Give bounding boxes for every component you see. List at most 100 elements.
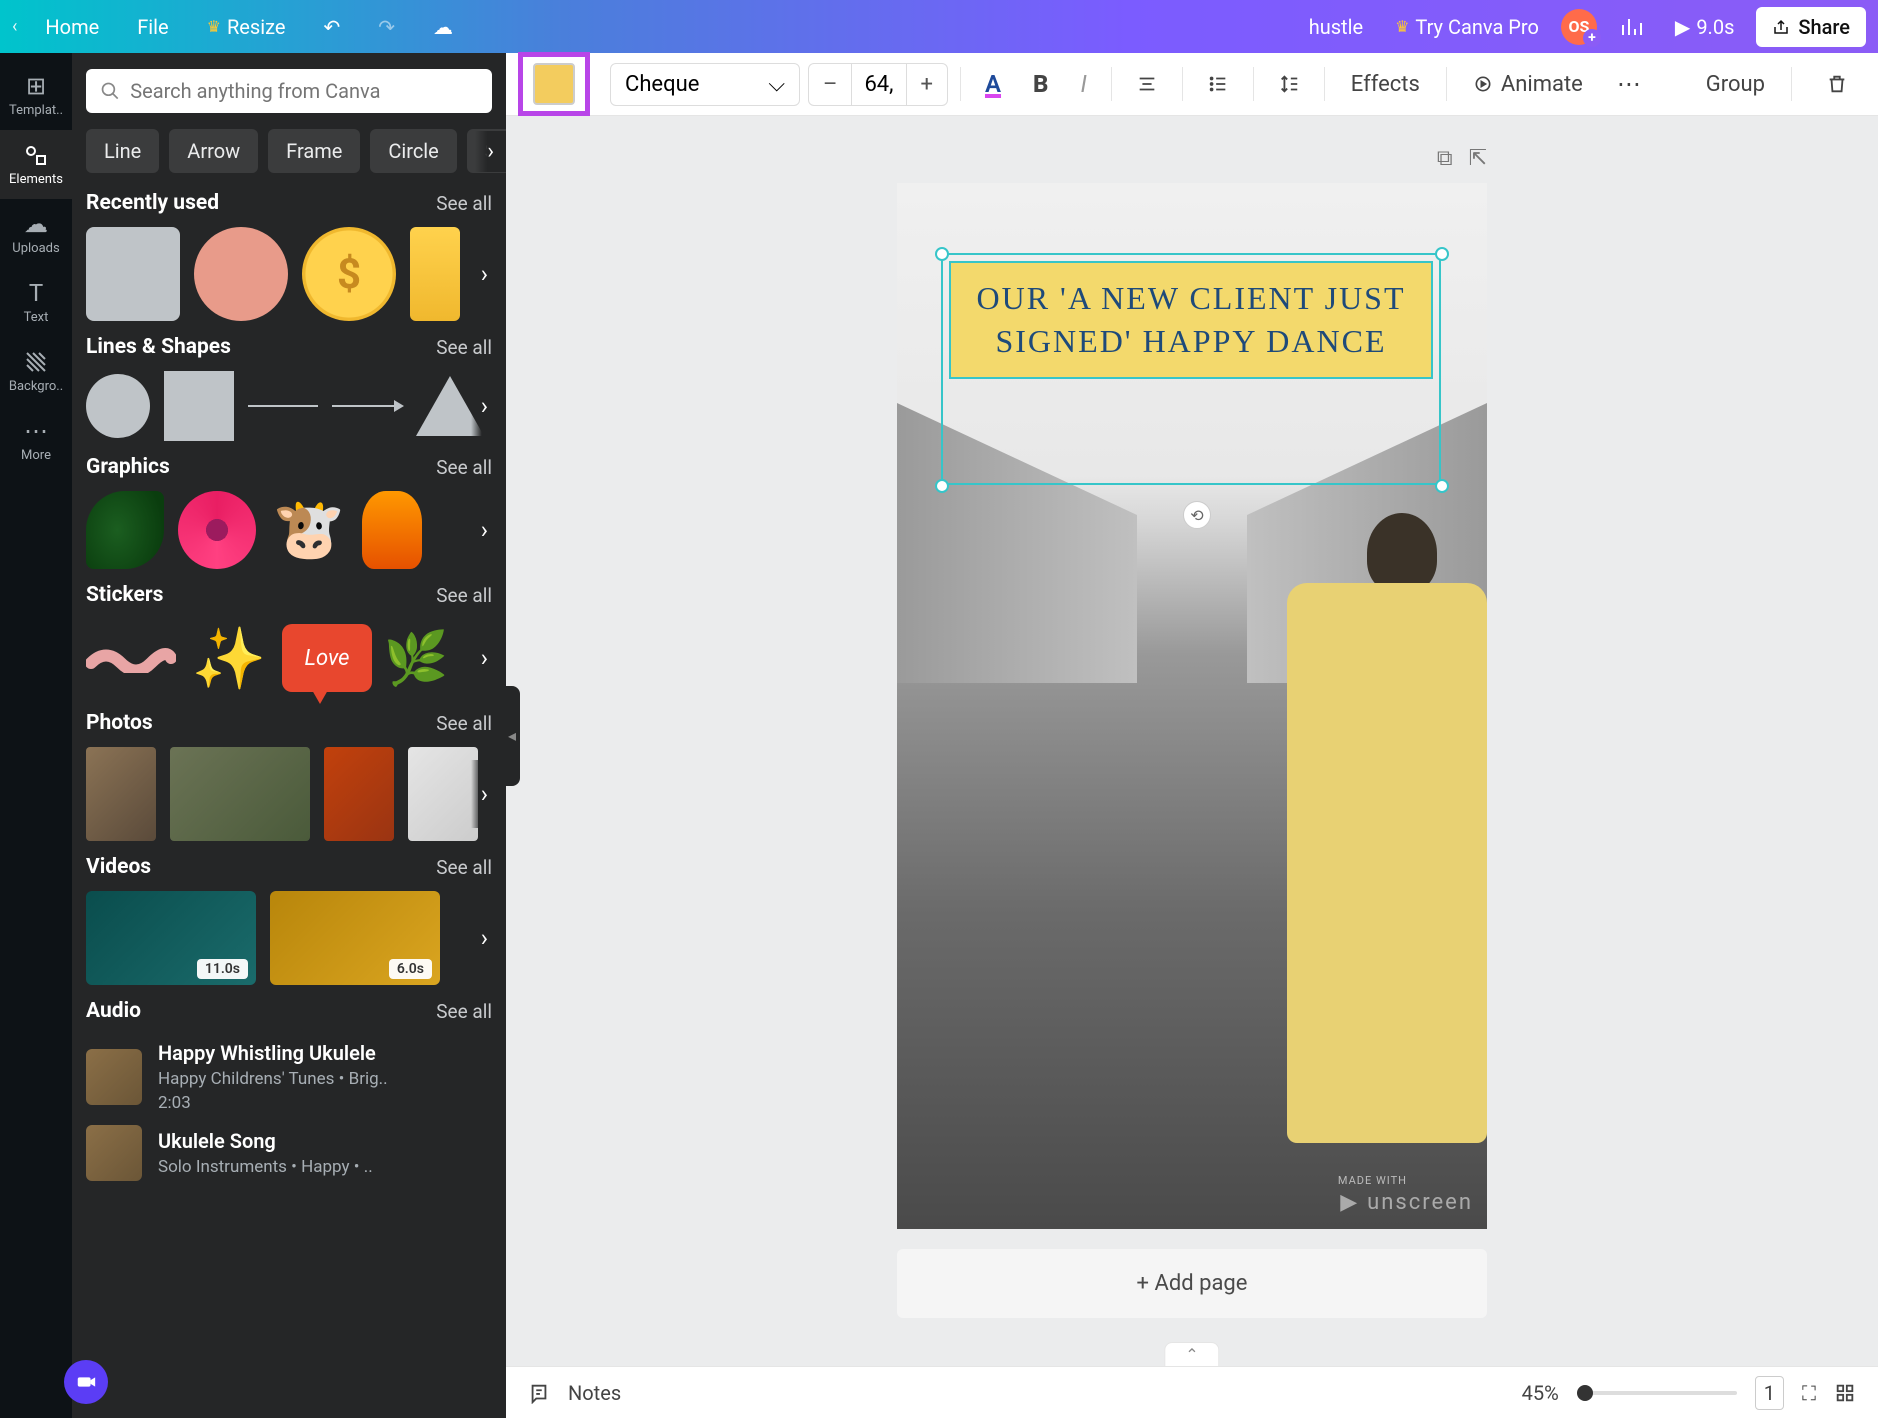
- element-square[interactable]: [86, 227, 180, 321]
- graphic-papaya[interactable]: [362, 491, 422, 569]
- panel-collapse-icon[interactable]: ◂: [504, 686, 520, 786]
- chip-line[interactable]: Line: [86, 129, 159, 173]
- timeline-expand-icon[interactable]: ⌃: [1164, 1342, 1219, 1366]
- fill-color-swatch[interactable]: [533, 63, 575, 105]
- see-all-lines[interactable]: See all: [436, 336, 492, 359]
- add-member-icon[interactable]: +: [1583, 29, 1601, 47]
- add-page-button[interactable]: + Add page: [897, 1249, 1487, 1318]
- photo-thumb[interactable]: [324, 747, 394, 841]
- zoom-slider[interactable]: [1577, 1391, 1737, 1395]
- canvas-text-element[interactable]: OUR 'A NEW CLIENT JUST SIGNED' HAPPY DAN…: [949, 261, 1433, 379]
- rail-uploads[interactable]: ☁Uploads: [0, 199, 72, 268]
- video-thumb[interactable]: 11.0s: [86, 891, 256, 985]
- play-button[interactable]: ▶ 9.0s: [1665, 9, 1744, 45]
- font-selector[interactable]: Cheque⌵: [610, 63, 800, 106]
- canvas-person-image[interactable]: [1247, 513, 1487, 1213]
- canvas[interactable]: OUR 'A NEW CLIENT JUST SIGNED' HAPPY DAN…: [897, 183, 1487, 1229]
- shape-arrow[interactable]: [332, 405, 402, 407]
- rail-background[interactable]: Backgro..: [0, 337, 72, 406]
- sticker-plant[interactable]: 🌿: [386, 619, 446, 697]
- rotate-handle[interactable]: ⟲: [1183, 501, 1211, 529]
- page-indicator[interactable]: 1: [1755, 1376, 1784, 1410]
- see-all-recent[interactable]: See all: [436, 192, 492, 215]
- share-button[interactable]: Share: [1756, 7, 1866, 47]
- zoom-slider-thumb[interactable]: [1577, 1385, 1593, 1401]
- shape-circle[interactable]: [86, 374, 150, 438]
- row-scroll-right-icon[interactable]: ›: [471, 496, 498, 564]
- avatar[interactable]: OS+: [1561, 9, 1597, 45]
- resize-handle[interactable]: [1435, 247, 1449, 261]
- resize-button[interactable]: ♛Resize: [197, 9, 296, 45]
- graphic-cow[interactable]: 🐮: [270, 491, 348, 569]
- see-all-stickers[interactable]: See all: [436, 584, 492, 607]
- rail-elements[interactable]: Elements: [0, 130, 72, 199]
- italic-button[interactable]: I: [1068, 62, 1098, 106]
- resize-handle[interactable]: [935, 479, 949, 493]
- font-size-value[interactable]: 64,: [851, 64, 906, 105]
- chip-frame[interactable]: Frame: [268, 129, 360, 173]
- sticker-squiggle[interactable]: [86, 643, 176, 673]
- rail-text[interactable]: TText: [0, 268, 72, 337]
- search-input-wrap[interactable]: [86, 69, 492, 113]
- text-color-button[interactable]: A: [973, 62, 1013, 106]
- element-coin[interactable]: $: [302, 227, 396, 321]
- group-button[interactable]: Group: [1692, 64, 1779, 105]
- row-scroll-right-icon[interactable]: ›: [471, 904, 498, 972]
- delete-button[interactable]: [1814, 65, 1860, 103]
- try-pro-button[interactable]: ♛Try Canva Pro: [1385, 9, 1549, 45]
- size-increase-button[interactable]: +: [907, 64, 947, 105]
- chip-circle[interactable]: Circle: [370, 129, 456, 173]
- list-button[interactable]: [1195, 65, 1241, 103]
- undo-button[interactable]: ↶: [313, 9, 350, 45]
- row-scroll-right-icon[interactable]: ›: [471, 624, 498, 692]
- home-button[interactable]: Home: [35, 9, 109, 45]
- notes-button[interactable]: Notes: [568, 1381, 621, 1405]
- document-title[interactable]: hustle: [1299, 9, 1373, 45]
- back-chevron-icon[interactable]: ‹: [12, 16, 17, 37]
- rail-templates[interactable]: ⊞Templat..: [0, 61, 72, 130]
- graphic-sunburst[interactable]: [178, 491, 256, 569]
- sticker-love-bubble[interactable]: Love: [282, 624, 372, 692]
- more-options-icon[interactable]: ⋯: [1605, 62, 1653, 106]
- effects-button[interactable]: Effects: [1337, 64, 1434, 105]
- see-all-audio[interactable]: See all: [436, 1000, 492, 1023]
- file-menu[interactable]: File: [127, 9, 178, 45]
- insights-icon[interactable]: [1609, 9, 1653, 45]
- graphic-leaf[interactable]: [86, 491, 164, 569]
- shape-square[interactable]: [164, 371, 234, 441]
- element-coin-stack[interactable]: [410, 227, 460, 321]
- see-all-videos[interactable]: See all: [436, 856, 492, 879]
- copy-page-icon[interactable]: ⧉: [1437, 146, 1453, 171]
- video-thumb[interactable]: 6.0s: [270, 891, 440, 985]
- record-button[interactable]: [64, 1360, 108, 1404]
- chip-arrow[interactable]: Arrow: [169, 129, 258, 173]
- resize-handle[interactable]: [935, 247, 949, 261]
- bold-button[interactable]: B: [1021, 62, 1060, 106]
- align-button[interactable]: [1124, 65, 1170, 103]
- audio-item[interactable]: Happy Whistling Ukulele Happy Childrens'…: [86, 1035, 492, 1119]
- fullscreen-icon[interactable]: ⛶: [1802, 1381, 1816, 1405]
- element-badge[interactable]: [194, 227, 288, 321]
- row-scroll-right-icon[interactable]: ›: [471, 760, 498, 828]
- rail-more[interactable]: ⋯More: [0, 406, 72, 475]
- resize-handle[interactable]: [1435, 479, 1449, 493]
- search-input[interactable]: [130, 79, 478, 103]
- grid-view-icon[interactable]: [1834, 1382, 1856, 1404]
- redo-button[interactable]: ↷: [368, 9, 405, 45]
- chip-scroll-right-icon[interactable]: ›: [475, 131, 506, 172]
- shape-line[interactable]: [248, 405, 318, 407]
- canvas-area[interactable]: ⧉ ⇱ OUR 'A NEW CLIENT JUST SIGNED' HAPPY…: [506, 116, 1878, 1366]
- see-all-photos[interactable]: See all: [436, 712, 492, 735]
- photo-thumb[interactable]: [170, 747, 310, 841]
- page-options-icon[interactable]: ⇱: [1469, 146, 1487, 171]
- size-decrease-button[interactable]: –: [809, 64, 851, 105]
- cloud-sync-icon[interactable]: ☁: [423, 9, 463, 45]
- spacing-button[interactable]: [1266, 65, 1312, 103]
- zoom-value[interactable]: 45%: [1522, 1381, 1559, 1405]
- photo-thumb[interactable]: [86, 747, 156, 841]
- row-scroll-right-icon[interactable]: ›: [471, 372, 498, 440]
- photo-thumb[interactable]: [408, 747, 478, 841]
- row-scroll-right-icon[interactable]: ›: [471, 240, 498, 308]
- animate-button[interactable]: Animate: [1459, 64, 1597, 105]
- see-all-graphics[interactable]: See all: [436, 456, 492, 479]
